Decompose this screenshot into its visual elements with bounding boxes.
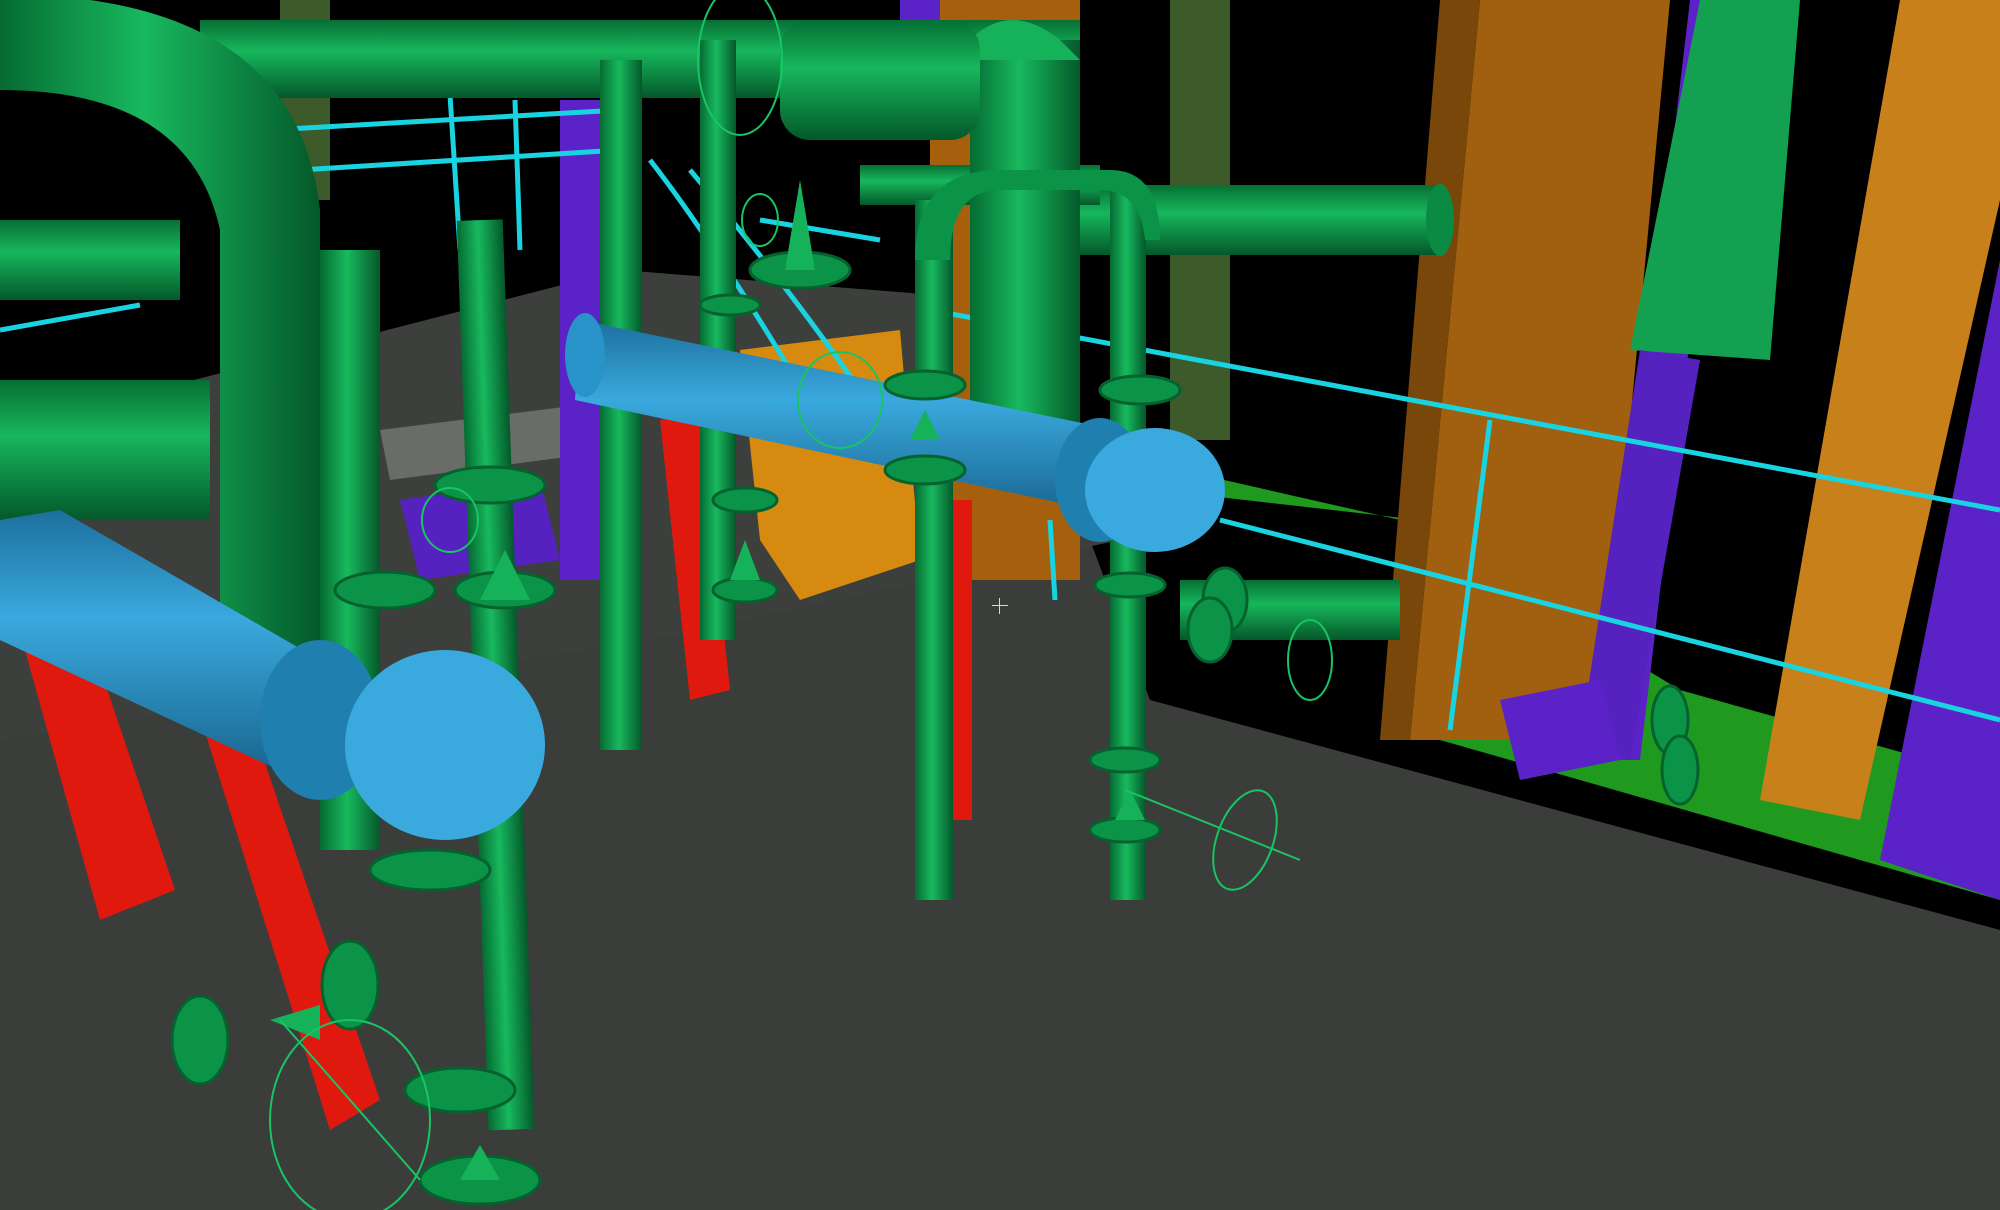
- pipe-end-cap: [1426, 184, 1454, 256]
- pipe-blue-end-left: [565, 313, 605, 397]
- pipe-vertical-7: [970, 40, 1080, 460]
- pipe-vessel: [780, 20, 980, 140]
- pipe-blue-cap-right: [1085, 428, 1225, 552]
- pipe-blue-cap-left: [345, 650, 545, 840]
- 3d-viewport[interactable]: [0, 0, 2000, 1210]
- pipe-vertical-5: [915, 200, 953, 900]
- piping-model-scene[interactable]: [0, 0, 2000, 1210]
- pipe-left-lower: [0, 380, 210, 520]
- red-support-4: [950, 500, 972, 820]
- pipe-left-stub: [0, 220, 180, 300]
- pipe-vertical-4: [700, 40, 736, 640]
